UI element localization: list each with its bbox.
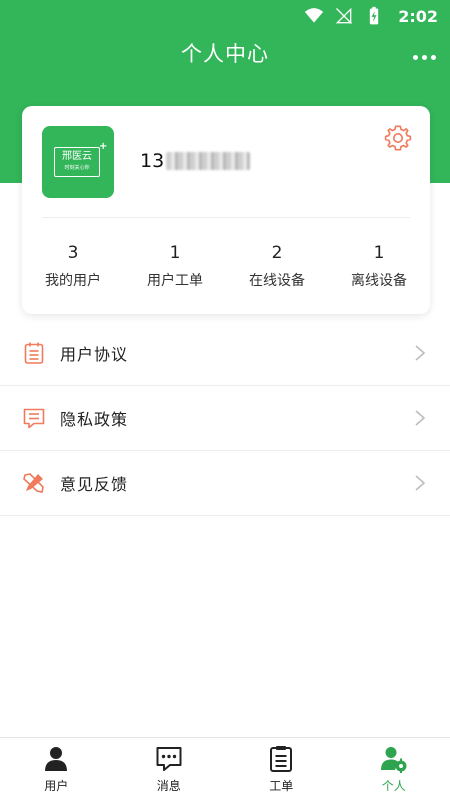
status-time: 2:02 xyxy=(398,6,438,26)
status-bar: 2:02 xyxy=(0,0,450,32)
menu-item-feedback[interactable]: 意见反馈 xyxy=(0,451,450,516)
chevron-right-icon xyxy=(415,345,426,361)
menu-label: 用户协议 xyxy=(60,345,129,364)
menu-label: 隐私政策 xyxy=(60,410,129,429)
phone-prefix: 13 xyxy=(140,150,165,172)
stat-user-orders[interactable]: 1 用户工单 xyxy=(124,242,226,290)
chat-icon xyxy=(156,747,182,771)
stat-label: 离线设备 xyxy=(351,273,407,289)
person-gear-icon xyxy=(380,747,407,773)
tab-label: 用户 xyxy=(44,779,69,793)
dot-icon xyxy=(412,54,418,60)
no-signal-icon xyxy=(335,7,353,24)
stat-online-devices[interactable]: 2 在线设备 xyxy=(226,242,328,290)
page-title: 个人中心 xyxy=(181,42,269,66)
chevron-right-icon xyxy=(415,410,426,426)
dot-icon xyxy=(421,54,427,60)
logo-sub-text: 时刻关心你 xyxy=(64,165,90,171)
menu-item-user-agreement[interactable]: 用户协议 xyxy=(0,321,450,386)
logo-main-text: 邢医云 xyxy=(62,151,92,162)
stat-value: 3 xyxy=(67,243,79,263)
clipboard-icon xyxy=(24,342,44,364)
menu-item-privacy-policy[interactable]: 隐私政策 xyxy=(0,386,450,451)
avatar[interactable]: 邢医云 时刻关心你 + xyxy=(42,126,114,198)
stat-my-users[interactable]: 3 我的用户 xyxy=(22,242,124,290)
more-options-button[interactable] xyxy=(412,47,436,67)
stat-value: 2 xyxy=(271,243,283,263)
stat-offline-devices[interactable]: 1 离线设备 xyxy=(328,242,430,290)
stat-value: 1 xyxy=(373,243,385,263)
phone-blurred xyxy=(166,152,251,170)
plus-icon: + xyxy=(99,141,108,152)
stat-label: 在线设备 xyxy=(249,273,305,289)
stat-label: 我的用户 xyxy=(45,273,101,289)
edit-tools-icon xyxy=(23,473,44,493)
settings-gear-icon[interactable] xyxy=(384,124,412,152)
tab-label: 个人 xyxy=(381,779,406,793)
person-icon xyxy=(45,747,68,771)
tab-work-orders[interactable]: 工单 xyxy=(225,738,338,800)
wifi-icon xyxy=(305,8,324,23)
tab-personal[interactable]: 个人 xyxy=(338,738,450,800)
tab-label: 工单 xyxy=(269,779,294,793)
card-divider xyxy=(42,217,410,218)
bottom-tab-bar: 用户 消息 工单 个人 xyxy=(0,737,450,800)
menu-label: 意见反馈 xyxy=(60,475,129,494)
avatar-logo: 邢医云 时刻关心你 xyxy=(54,147,100,177)
battery-charging-icon xyxy=(370,6,379,25)
message-icon xyxy=(23,408,45,429)
stat-label: 用户工单 xyxy=(147,273,203,289)
dot-icon xyxy=(430,54,436,60)
stats-row: 3 我的用户 1 用户工单 2 在线设备 1 离线设备 xyxy=(22,242,430,290)
chevron-right-icon xyxy=(415,475,426,491)
clipboard-icon xyxy=(270,746,293,772)
profile-card: 邢医云 时刻关心你 + 13 3 我的用户 1 用户工单 2 在线设备 1 离线… xyxy=(22,106,430,314)
tab-label: 消息 xyxy=(156,779,181,793)
phone-number: 13 xyxy=(140,150,251,172)
menu-list: 用户协议 隐私政策 意见反馈 xyxy=(0,321,450,516)
tab-messages[interactable]: 消息 xyxy=(113,738,226,800)
tab-users[interactable]: 用户 xyxy=(0,738,113,800)
stat-value: 1 xyxy=(169,243,181,263)
